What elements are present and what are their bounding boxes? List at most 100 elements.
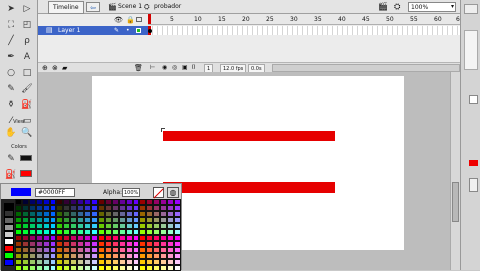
color-swatch[interactable] (146, 265, 154, 271)
edit-symbol-icon[interactable]: ⛭ (394, 2, 400, 12)
symbol-breadcrumb[interactable]: probador (154, 3, 181, 10)
insert-folder-icon[interactable]: ▰ (62, 64, 67, 72)
eye-icon[interactable]: 👁 (114, 16, 123, 24)
add-motion-guide-icon[interactable]: ⊗ (52, 64, 58, 72)
view-section-label: View (13, 119, 25, 125)
scrollbar-thumb[interactable] (452, 182, 459, 222)
red-bar-bottom[interactable] (163, 182, 335, 193)
brush-tool-icon[interactable]: 🖌 (20, 82, 34, 96)
onion-skin-icon[interactable]: ◉ (162, 64, 167, 71)
outline-icon[interactable] (136, 17, 142, 22)
color-swatch[interactable] (132, 265, 140, 271)
color-swatch[interactable] (160, 265, 168, 271)
hex-color-input[interactable]: #0000FF (35, 188, 75, 197)
layer-outline-swatch[interactable] (136, 28, 141, 33)
ruler-number: 35 (314, 16, 322, 23)
rectangle-tool-icon[interactable]: □ (20, 66, 34, 80)
frame-row[interactable] (148, 26, 460, 35)
line-tool-icon[interactable]: ╱ (4, 34, 18, 48)
playhead-marker[interactable] (148, 14, 151, 24)
swatch[interactable] (4, 224, 14, 231)
swatch[interactable] (4, 245, 14, 252)
center-frame-icon[interactable]: ⊢ (150, 64, 155, 71)
color-swatch[interactable] (153, 265, 161, 271)
fill-color-swatch[interactable] (20, 170, 32, 177)
selection-arrow-icon[interactable]: ➤ (4, 2, 18, 16)
swatch[interactable] (4, 259, 14, 266)
color-swatch[interactable] (49, 265, 57, 271)
zoom-tool-icon[interactable]: 🔍 (20, 126, 34, 140)
zoom-select[interactable]: 100% ▾ (408, 2, 456, 12)
color-swatch[interactable] (139, 265, 147, 271)
stroke-color-swatch[interactable] (20, 155, 32, 161)
color-swatch[interactable] (91, 265, 98, 271)
color-swatch[interactable] (35, 265, 43, 271)
color-swatch[interactable] (21, 265, 29, 271)
color-swatch[interactable] (56, 265, 64, 271)
color-picker-wheel-icon[interactable]: ◍ (167, 187, 179, 198)
ruler-number: 5 (170, 16, 174, 23)
swatch[interactable] (4, 238, 14, 245)
subselection-icon[interactable]: ▷ (20, 2, 34, 16)
panel-box[interactable] (469, 95, 478, 104)
panel-red-swatch (469, 160, 478, 166)
pen-tool-icon[interactable]: ✒ (4, 50, 18, 64)
swatch[interactable] (4, 252, 14, 259)
frame-ruler[interactable]: 5 10 15 20 25 30 35 40 45 50 55 60 65 (148, 14, 464, 25)
lasso-icon[interactable]: ρ (20, 34, 34, 48)
stroke-color-pencil-icon[interactable]: ✎ (4, 152, 18, 166)
delete-layer-icon[interactable]: 🗑 (134, 64, 143, 72)
text-tool-icon[interactable]: A (20, 50, 34, 64)
keyframe-dot[interactable] (148, 29, 152, 33)
swatch[interactable] (4, 217, 14, 224)
modify-markers-icon[interactable]: ⌷ (192, 64, 196, 72)
free-transform-icon[interactable]: ⛶ (4, 18, 18, 32)
color-swatch[interactable] (118, 265, 126, 271)
no-color-icon[interactable] (153, 187, 164, 199)
color-swatch[interactable] (111, 265, 119, 271)
scene-breadcrumb[interactable]: Scene 1 (118, 3, 142, 10)
swatch[interactable] (4, 210, 14, 217)
swatch[interactable] (4, 203, 14, 210)
zoom-value: 100% (411, 4, 429, 11)
timeline-tab[interactable]: Timeline (48, 1, 84, 14)
insert-layer-icon[interactable]: ⊕ (42, 64, 48, 72)
color-swatches-popup: #0000FF Alpha: 100% ◍ (0, 183, 182, 271)
layer-row[interactable]: ▤ Layer 1 ✎ • (38, 26, 148, 35)
back-arrow-icon[interactable]: ⇦ (86, 2, 100, 12)
hand-tool-icon[interactable]: ✋ (4, 126, 18, 140)
vertical-scrollbar[interactable] (450, 72, 460, 270)
fill-transform-icon[interactable]: ◰ (20, 18, 34, 32)
layer-visible-dot[interactable]: • (126, 26, 130, 35)
swatch[interactable] (4, 231, 14, 238)
color-swatch[interactable] (77, 265, 85, 271)
color-swatch[interactable] (167, 265, 175, 271)
panel-field[interactable] (469, 178, 478, 192)
lock-icon[interactable]: 🔒 (126, 16, 135, 24)
alpha-label: Alpha: (103, 189, 123, 196)
pencil-tool-icon[interactable]: ✎ (4, 82, 18, 96)
ink-bottle-icon[interactable]: ⚱ (4, 98, 18, 112)
panel-header[interactable] (464, 4, 478, 14)
web-safe-swatch-grid[interactable] (15, 199, 181, 271)
color-swatch[interactable] (104, 265, 112, 271)
oval-tool-icon[interactable]: ○ (4, 66, 18, 80)
color-swatch[interactable] (42, 265, 50, 271)
color-swatch[interactable] (84, 265, 92, 271)
color-swatch[interactable] (97, 265, 105, 271)
fill-color-bucket-icon[interactable]: ⛽ (4, 168, 18, 182)
color-swatch[interactable] (63, 265, 71, 271)
edit-multiple-frames-icon[interactable]: ▣ (182, 64, 188, 71)
onion-outline-icon[interactable]: ◎ (172, 64, 177, 71)
color-swatch[interactable] (15, 265, 22, 271)
color-swatch[interactable] (70, 265, 78, 271)
colors-section-label: Colors (11, 144, 27, 150)
alpha-input[interactable]: 100% (122, 188, 140, 197)
color-swatch[interactable] (125, 265, 133, 271)
paint-bucket-icon[interactable]: ⛽ (20, 98, 34, 112)
edit-scene-icon[interactable]: 🎬 (378, 2, 388, 11)
color-swatch[interactable] (28, 265, 36, 271)
timeline-scrollbar[interactable] (272, 64, 460, 72)
red-bar-top[interactable] (163, 131, 335, 141)
color-swatch[interactable] (174, 265, 181, 271)
